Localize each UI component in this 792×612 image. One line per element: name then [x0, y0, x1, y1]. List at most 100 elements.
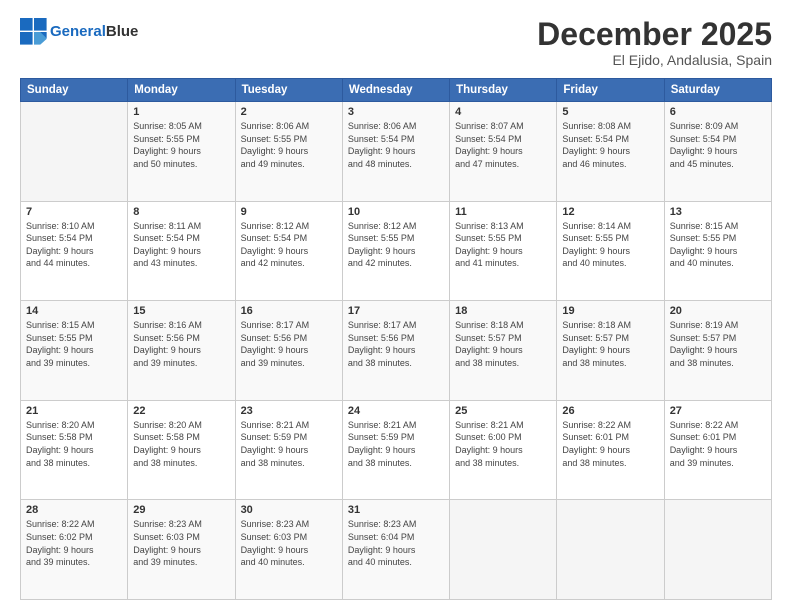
calendar-cell: 13 Sunrise: 8:15 AMSunset: 5:55 PMDayligh… — [664, 201, 771, 301]
logo-blue: Blue — [106, 23, 139, 40]
calendar-cell: 31Sunrise: 8:23 AMSunset: 6:04 PMDayligh… — [342, 500, 449, 600]
day-number: 2 — [241, 106, 337, 118]
day-info: Sunrise: 8:21 AMSunset: 5:59 PMDaylight:… — [348, 419, 444, 469]
day-info: Sunrise: 8:15 AMSunset: 5:55 PMDaylight:… — [26, 319, 122, 369]
calendar-cell: 11 Sunrise: 8:13 AMSunset: 5:55 PMDayligh… — [450, 201, 557, 301]
location: El Ejido, Andalusia, Spain — [537, 52, 772, 68]
calendar-table: SundayMondayTuesdayWednesdayThursdayFrid… — [20, 78, 772, 600]
day-number: 21 — [26, 405, 122, 417]
calendar-cell: 23 Sunrise: 8:21 AMSunset: 5:59 PMDayligh… — [235, 400, 342, 500]
day-info: Sunrise: 8:11 AMSunset: 5:54 PMDaylight:… — [133, 220, 229, 270]
day-info: Sunrise: 8:21 AMSunset: 5:59 PMDaylight:… — [241, 419, 337, 469]
day-number: 5 — [562, 106, 658, 118]
calendar-cell: 28 Sunrise: 8:22 AMSunset: 6:02 PMDayligh… — [21, 500, 128, 600]
day-info: Sunrise: 8:06 AMSunset: 5:54 PMDaylight:… — [348, 120, 444, 170]
calendar-cell — [664, 500, 771, 600]
day-info: Sunrise: 8:12 AMSunset: 5:54 PMDaylight:… — [241, 220, 337, 270]
day-number: 8 — [133, 206, 229, 218]
calendar-cell: 17Sunrise: 8:17 AMSunset: 5:56 PMDayligh… — [342, 301, 449, 401]
day-number: 9 — [241, 206, 337, 218]
calendar-cell: 24 Sunrise: 8:21 AMSunset: 5:59 PMDayligh… — [342, 400, 449, 500]
day-number: 29 — [133, 504, 229, 516]
logo: GeneralBlue — [20, 18, 138, 46]
weekday-header-saturday: Saturday — [664, 79, 771, 102]
day-info: Sunrise: 8:09 AMSunset: 5:54 PMDaylight:… — [670, 120, 766, 170]
calendar-cell: 8 Sunrise: 8:11 AMSunset: 5:54 PMDaylight… — [128, 201, 235, 301]
day-number: 28 — [26, 504, 122, 516]
calendar-cell: 1 Sunrise: 8:05 AMSunset: 5:55 PMDaylight… — [128, 102, 235, 202]
month-title: December 2025 — [537, 18, 772, 50]
day-info: Sunrise: 8:10 AMSunset: 5:54 PMDaylight:… — [26, 220, 122, 270]
calendar-cell — [21, 102, 128, 202]
calendar-cell — [557, 500, 664, 600]
day-number: 27 — [670, 405, 766, 417]
day-info: Sunrise: 8:20 AMSunset: 5:58 PMDaylight:… — [133, 419, 229, 469]
day-info: Sunrise: 8:23 AMSunset: 6:04 PMDaylight:… — [348, 518, 444, 568]
calendar-cell: 14 Sunrise: 8:15 AMSunset: 5:55 PMDayligh… — [21, 301, 128, 401]
calendar-cell: 6 Sunrise: 8:09 AMSunset: 5:54 PMDaylight… — [664, 102, 771, 202]
page-header: GeneralBlue December 2025 El Ejido, Anda… — [20, 18, 772, 68]
day-number: 16 — [241, 305, 337, 317]
day-number: 4 — [455, 106, 551, 118]
calendar-cell: 29 Sunrise: 8:23 AMSunset: 6:03 PMDayligh… — [128, 500, 235, 600]
calendar-cell: 21 Sunrise: 8:20 AMSunset: 5:58 PMDayligh… — [21, 400, 128, 500]
day-number: 12 — [562, 206, 658, 218]
day-number: 11 — [455, 206, 551, 218]
day-info: Sunrise: 8:13 AMSunset: 5:55 PMDaylight:… — [455, 220, 551, 270]
calendar-cell: 4 Sunrise: 8:07 AMSunset: 5:54 PMDaylight… — [450, 102, 557, 202]
logo-icon — [20, 18, 48, 46]
day-info: Sunrise: 8:07 AMSunset: 5:54 PMDaylight:… — [455, 120, 551, 170]
day-number: 26 — [562, 405, 658, 417]
day-number: 15 — [133, 305, 229, 317]
day-info: Sunrise: 8:08 AMSunset: 5:54 PMDaylight:… — [562, 120, 658, 170]
calendar-cell: 16 Sunrise: 8:17 AMSunset: 5:56 PMDayligh… — [235, 301, 342, 401]
day-info: Sunrise: 8:15 AMSunset: 5:55 PMDaylight:… — [670, 220, 766, 270]
calendar-cell: 10 Sunrise: 8:12 AMSunset: 5:55 PMDayligh… — [342, 201, 449, 301]
day-info: Sunrise: 8:23 AMSunset: 6:03 PMDaylight:… — [133, 518, 229, 568]
day-number: 6 — [670, 106, 766, 118]
day-info: Sunrise: 8:18 AMSunset: 5:57 PMDaylight:… — [562, 319, 658, 369]
calendar-cell: 7Sunrise: 8:10 AMSunset: 5:54 PMDaylight… — [21, 201, 128, 301]
weekday-header-tuesday: Tuesday — [235, 79, 342, 102]
weekday-header-monday: Monday — [128, 79, 235, 102]
calendar-cell: 19 Sunrise: 8:18 AMSunset: 5:57 PMDayligh… — [557, 301, 664, 401]
logo-general: General — [50, 23, 106, 40]
title-block: December 2025 El Ejido, Andalusia, Spain — [537, 18, 772, 68]
day-number: 3 — [348, 106, 444, 118]
calendar-cell: 26 Sunrise: 8:22 AMSunset: 6:01 PMDayligh… — [557, 400, 664, 500]
calendar-cell: 22Sunrise: 8:20 AMSunset: 5:58 PMDayligh… — [128, 400, 235, 500]
calendar-cell: 12Sunrise: 8:14 AMSunset: 5:55 PMDayligh… — [557, 201, 664, 301]
day-info: Sunrise: 8:22 AMSunset: 6:01 PMDaylight:… — [562, 419, 658, 469]
calendar-cell: 30 Sunrise: 8:23 AMSunset: 6:03 PMDayligh… — [235, 500, 342, 600]
day-info: Sunrise: 8:20 AMSunset: 5:58 PMDaylight:… — [26, 419, 122, 469]
calendar-cell: 9 Sunrise: 8:12 AMSunset: 5:54 PMDaylight… — [235, 201, 342, 301]
weekday-header-friday: Friday — [557, 79, 664, 102]
day-info: Sunrise: 8:18 AMSunset: 5:57 PMDaylight:… — [455, 319, 551, 369]
day-info: Sunrise: 8:23 AMSunset: 6:03 PMDaylight:… — [241, 518, 337, 568]
day-number: 14 — [26, 305, 122, 317]
day-info: Sunrise: 8:22 AMSunset: 6:01 PMDaylight:… — [670, 419, 766, 469]
day-number: 20 — [670, 305, 766, 317]
day-number: 19 — [562, 305, 658, 317]
day-info: Sunrise: 8:17 AMSunset: 5:56 PMDaylight:… — [241, 319, 337, 369]
day-number: 13 — [670, 206, 766, 218]
day-number: 23 — [241, 405, 337, 417]
day-info: Sunrise: 8:12 AMSunset: 5:55 PMDaylight:… — [348, 220, 444, 270]
calendar-cell: 18 Sunrise: 8:18 AMSunset: 5:57 PMDayligh… — [450, 301, 557, 401]
day-number: 30 — [241, 504, 337, 516]
day-number: 24 — [348, 405, 444, 417]
day-number: 18 — [455, 305, 551, 317]
weekday-header-sunday: Sunday — [21, 79, 128, 102]
calendar-cell — [450, 500, 557, 600]
day-number: 10 — [348, 206, 444, 218]
weekday-header-thursday: Thursday — [450, 79, 557, 102]
day-info: Sunrise: 8:05 AMSunset: 5:55 PMDaylight:… — [133, 120, 229, 170]
day-info: Sunrise: 8:21 AMSunset: 6:00 PMDaylight:… — [455, 419, 551, 469]
calendar-cell: 15Sunrise: 8:16 AMSunset: 5:56 PMDayligh… — [128, 301, 235, 401]
calendar-cell: 25Sunrise: 8:21 AMSunset: 6:00 PMDayligh… — [450, 400, 557, 500]
weekday-header-wednesday: Wednesday — [342, 79, 449, 102]
calendar-cell: 5 Sunrise: 8:08 AMSunset: 5:54 PMDaylight… — [557, 102, 664, 202]
day-number: 1 — [133, 106, 229, 118]
calendar-cell: 27 Sunrise: 8:22 AMSunset: 6:01 PMDayligh… — [664, 400, 771, 500]
day-info: Sunrise: 8:22 AMSunset: 6:02 PMDaylight:… — [26, 518, 122, 568]
